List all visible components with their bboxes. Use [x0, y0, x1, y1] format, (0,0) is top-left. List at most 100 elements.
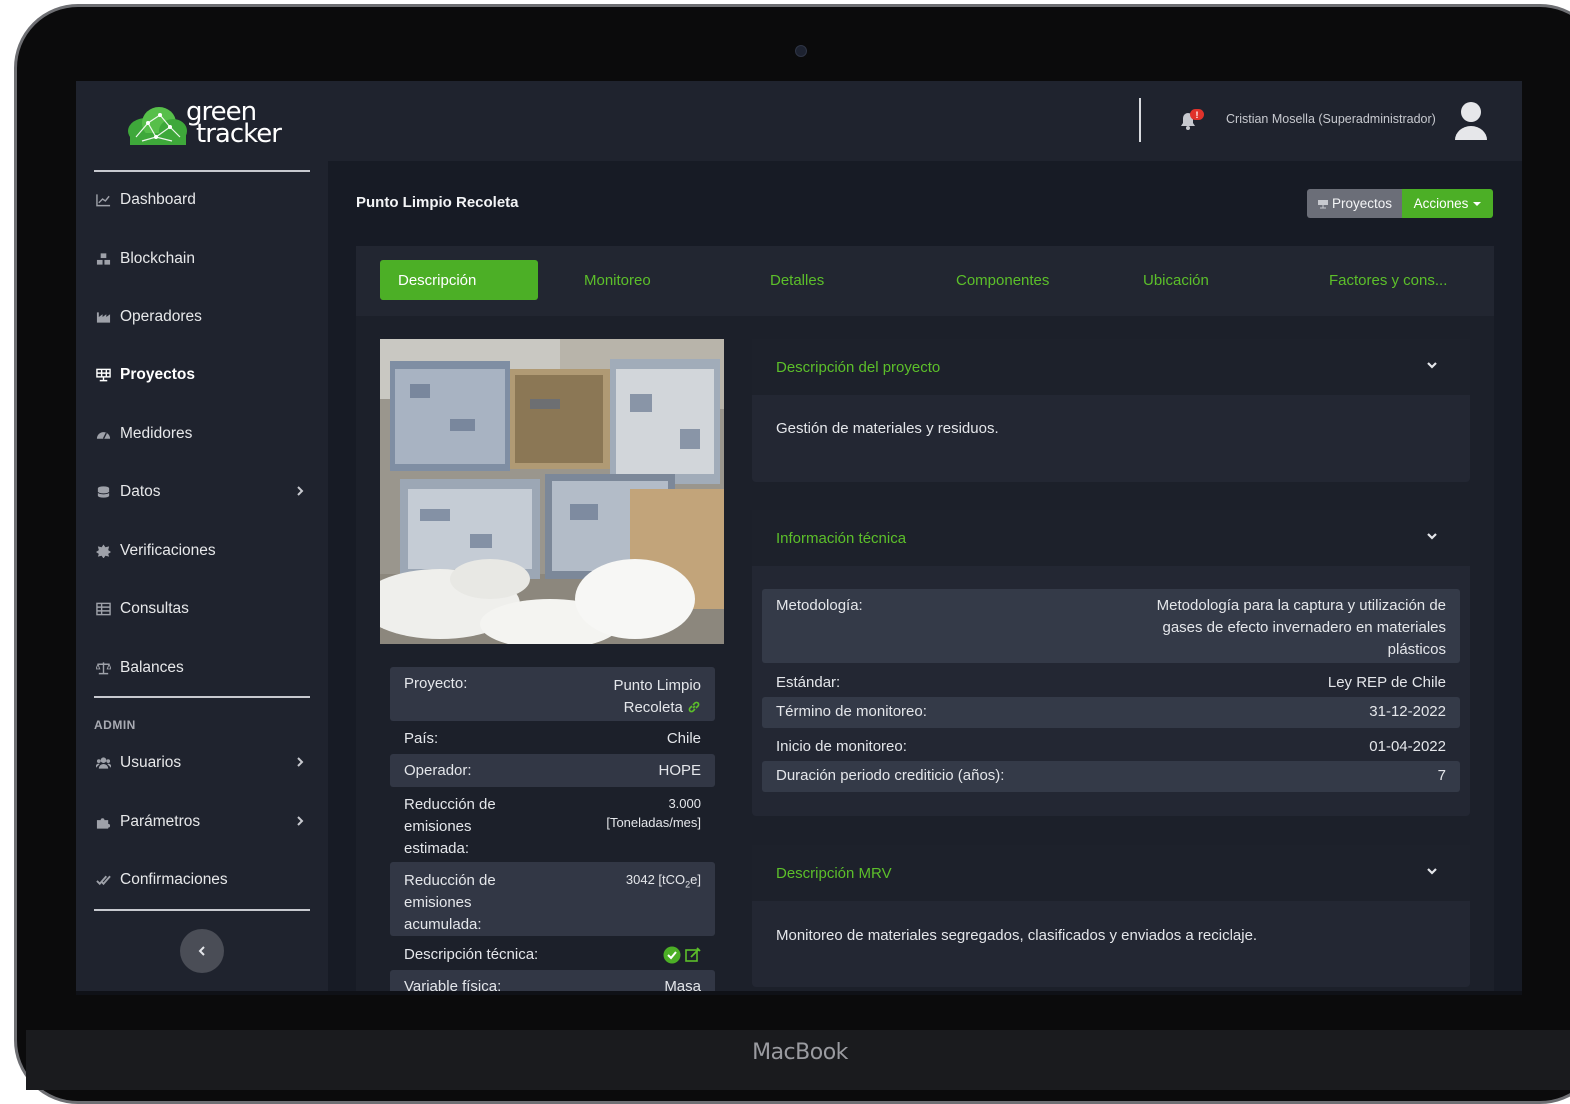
- operador-label: Operador:: [404, 762, 472, 779]
- tab-bar: Descripción Monitoreo Detalles Component…: [356, 246, 1494, 316]
- acciones-button-label: Acciones: [1413, 196, 1469, 211]
- reduccion-estimada-label-line2: emisiones: [404, 818, 472, 835]
- descripcion-text: Gestión de materiales y residuos.: [776, 420, 999, 437]
- sidebar-item-label: Dashboard: [120, 191, 196, 208]
- edit-icon[interactable]: [685, 947, 701, 963]
- sidebar-item-operadores[interactable]: Operadores: [94, 302, 310, 332]
- chevron-down-icon[interactable]: [1426, 531, 1438, 541]
- panel-header[interactable]: Información técnica: [752, 510, 1470, 566]
- reduccion-estimada-value: 3.000 [Toneladas/mes]: [606, 794, 701, 860]
- duracion-value: 7: [1437, 767, 1446, 784]
- sidebar-item-consultas[interactable]: Consultas: [94, 594, 310, 624]
- tab-componentes[interactable]: Componentes: [956, 260, 1049, 300]
- chart-line-icon: [94, 193, 112, 207]
- reduccion-estimada-label-line1: Reducción de: [404, 796, 496, 813]
- sidebar-item-label: Confirmaciones: [120, 871, 228, 888]
- sidebar-item-label: Verificaciones: [120, 542, 216, 559]
- sidebar-item-parametros[interactable]: Parámetros: [94, 807, 310, 837]
- reduccion-acumulada-label: Reducción de emisiones acumulada:: [404, 870, 496, 933]
- solar-panel-icon: [94, 368, 112, 382]
- sidebar-item-medidores[interactable]: Medidores: [94, 419, 310, 449]
- sidebar-item-label: Medidores: [120, 425, 193, 442]
- acciones-dropdown-button[interactable]: Acciones: [1402, 189, 1493, 218]
- sidebar-item-proyectos[interactable]: Proyectos: [94, 360, 310, 390]
- metodologia-value-line3: plásticos: [1387, 641, 1446, 658]
- tab-factores[interactable]: Factores y cons...: [1329, 260, 1447, 300]
- panel-title: Información técnica: [776, 529, 907, 547]
- reduccion-estimada-label-line3: estimada:: [404, 840, 470, 857]
- avatar[interactable]: [1452, 100, 1490, 142]
- tech-row-estandar: Estándar: Ley REP de Chile: [762, 668, 1460, 697]
- sidebar-item-label: Parámetros: [120, 813, 201, 830]
- sidebar-item-usuarios[interactable]: Usuarios: [94, 748, 310, 778]
- cloud-logo-icon: [128, 107, 187, 145]
- database-icon: [94, 485, 112, 499]
- reduccion-estimada-unit: [Toneladas/mes]: [606, 815, 701, 830]
- panel-header[interactable]: Descripción MRV: [752, 845, 1470, 901]
- proyectos-button-label: Proyectos: [1331, 196, 1393, 211]
- chevron-right-icon: [297, 816, 304, 826]
- collapse-sidebar-button[interactable]: [180, 929, 224, 973]
- inicio-label: Inicio de monitoreo:: [776, 738, 907, 755]
- panel-header[interactable]: Descripción del proyecto: [752, 339, 1470, 395]
- check-circle-icon: [663, 946, 681, 964]
- caret-down-icon: [1473, 201, 1482, 206]
- tab-descripcion[interactable]: Descripción: [380, 260, 538, 300]
- sidebar-item-dashboard[interactable]: Dashboard: [94, 185, 310, 215]
- tab-detalles[interactable]: Detalles: [770, 260, 824, 300]
- topbar-divider: [1139, 98, 1141, 142]
- reduccion-acumulada-label-line3: acumulada:: [404, 916, 482, 933]
- reduccion-acumulada-label-line2: emisiones: [404, 894, 472, 911]
- sidebar-item-label: Operadores: [120, 308, 202, 325]
- sidebar-divider: [94, 170, 310, 172]
- panel-title: Descripción del proyecto: [776, 358, 941, 376]
- proyecto-value-line2[interactable]: Recoleta: [624, 699, 683, 716]
- info-row-descripcion-tecnica: Descripción técnica:: [390, 938, 715, 972]
- sidebar-item-blockchain[interactable]: Blockchain: [94, 244, 310, 274]
- sidebar-item-balances[interactable]: Balances: [94, 653, 310, 683]
- sidebar-divider: [94, 696, 310, 698]
- app-screen: green tracker Dashboard Blockchain Opera…: [76, 81, 1522, 995]
- user-name[interactable]: Cristian Mosella (Superadministrador): [1226, 112, 1436, 126]
- estandar-value: Ley REP de Chile: [1327, 674, 1446, 691]
- sidebar-item-verificaciones[interactable]: Verificaciones: [94, 536, 310, 566]
- reduccion-estimada-label: Reducción de emisiones estimada:: [404, 794, 496, 860]
- sidebar-item-label: Datos: [120, 483, 161, 500]
- info-row-reduccion-acumulada: Reducción de emisiones acumulada: 3042 […: [390, 862, 715, 936]
- chevron-down-icon[interactable]: [1426, 866, 1438, 876]
- proyectos-button[interactable]: Proyectos: [1307, 189, 1402, 218]
- chevron-right-icon: [297, 757, 304, 767]
- greentracker-logo[interactable]: green tracker: [126, 99, 286, 147]
- link-icon[interactable]: [687, 700, 701, 714]
- admin-section-label: ADMIN: [94, 718, 136, 732]
- proyecto-value-line1: Punto Limpio: [613, 677, 701, 694]
- puzzle-icon: [94, 815, 112, 829]
- tech-row-metodologia: Metodología: Metodología para la captura…: [762, 589, 1460, 663]
- page-title: Punto Limpio Recoleta: [356, 194, 519, 211]
- scale-icon: [94, 661, 112, 675]
- mrv-text: Monitoreo de materiales segregados, clas…: [776, 927, 1258, 944]
- tab-ubicacion[interactable]: Ubicación: [1143, 260, 1209, 300]
- reduccion-acumulada-unit-end: e]: [690, 872, 701, 887]
- sidebar-divider: [94, 909, 310, 911]
- pais-value: Chile: [666, 730, 701, 747]
- tech-row-duracion: Duración periodo crediticio (años): 7: [762, 761, 1460, 792]
- users-icon: [94, 756, 112, 770]
- sidebar-item-label: Consultas: [120, 600, 189, 617]
- solar-panel-icon: [1317, 199, 1328, 208]
- sidebar-item-confirmaciones[interactable]: Confirmaciones: [94, 865, 310, 895]
- operador-value: HOPE: [658, 762, 701, 779]
- panel-title: Descripción MRV: [776, 864, 892, 882]
- top-bar: ! Cristian Mosella (Superadministrador): [328, 81, 1522, 161]
- tech-row-inicio: Inicio de monitoreo: 01-04-2022: [762, 732, 1460, 761]
- sidebar-item-label: Balances: [120, 659, 184, 676]
- info-row-pais: País: Chile: [390, 722, 715, 755]
- industry-icon: [94, 310, 112, 324]
- reduccion-acumulada-value: 3042 [tCO2e]: [626, 870, 701, 928]
- sidebar: green tracker Dashboard Blockchain Opera…: [76, 81, 328, 995]
- chevron-down-icon[interactable]: [1426, 360, 1438, 370]
- sidebar-item-datos[interactable]: Datos: [94, 477, 310, 507]
- proyecto-label: Proyecto:: [404, 675, 468, 692]
- tab-monitoreo[interactable]: Monitoreo: [584, 260, 651, 300]
- estandar-label: Estándar:: [776, 674, 841, 691]
